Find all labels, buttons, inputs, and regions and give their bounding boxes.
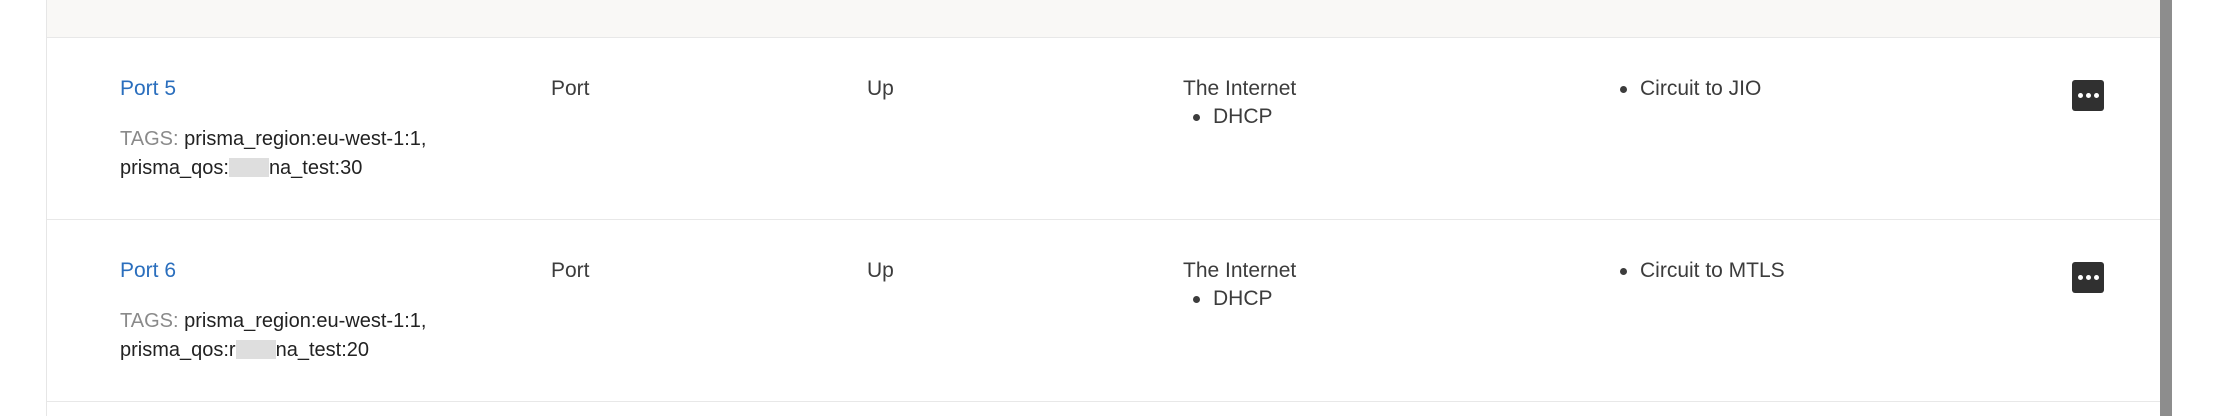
port-tags: TAGS: prisma_region:eu-west-1:1, prisma_… xyxy=(120,307,540,365)
tag-region: prisma_region:eu-west-1:1, xyxy=(184,310,427,332)
network-address-list: DHCP xyxy=(1183,285,1296,313)
table-row: Port 5 TAGS: prisma_region:eu-west-1:1, … xyxy=(47,38,2160,220)
ellipsis-icon xyxy=(2077,93,2099,98)
tags-label: TAGS: xyxy=(120,310,179,332)
port-tags: TAGS: prisma_region:eu-west-1:1, prisma_… xyxy=(120,125,540,183)
left-gutter xyxy=(0,0,47,416)
ports-table: Port 5 TAGS: prisma_region:eu-west-1:1, … xyxy=(47,0,2160,416)
right-gutter xyxy=(2175,0,2232,416)
network-address-item: DHCP xyxy=(1183,285,1296,313)
port-name-cell: Port 5 TAGS: prisma_region:eu-west-1:1, … xyxy=(120,75,540,183)
tag-region: prisma_region:eu-west-1:1, xyxy=(184,128,427,150)
tag-qos-suffix: na_test:20 xyxy=(275,339,370,361)
table-row-partial xyxy=(47,402,2160,416)
circuit-cell: Circuit to MTLS xyxy=(1610,257,1785,285)
network-address-list: DHCP xyxy=(1183,103,1296,131)
tag-qos-prefix: prisma_qos:r xyxy=(120,339,236,361)
port-status-cell: Up xyxy=(867,259,894,282)
port-5-link[interactable]: Port 5 xyxy=(120,75,540,103)
port-status-cell: Up xyxy=(867,77,894,100)
network-name: The Internet xyxy=(1183,259,1297,282)
network-name: The Internet xyxy=(1183,77,1297,100)
row-actions-button[interactable] xyxy=(2072,262,2104,293)
circuit-list: Circuit to JIO xyxy=(1610,75,1761,103)
redacted-text xyxy=(228,158,269,177)
network-cell: The Internet DHCP xyxy=(1183,257,1296,313)
port-type-cell: Port xyxy=(551,77,590,100)
port-6-link[interactable]: Port 6 xyxy=(120,257,540,285)
tag-qos-suffix: na_test:30 xyxy=(268,157,363,179)
tag-qos-prefix: prisma_qos: xyxy=(120,157,229,179)
circuit-item: Circuit to MTLS xyxy=(1610,257,1785,285)
redacted-text xyxy=(235,340,276,359)
circuit-list: Circuit to MTLS xyxy=(1610,257,1785,285)
ellipsis-icon xyxy=(2077,275,2099,280)
circuit-item: Circuit to JIO xyxy=(1610,75,1761,103)
tags-label: TAGS: xyxy=(120,128,179,150)
vertical-scrollbar[interactable] xyxy=(2160,0,2172,416)
circuit-cell: Circuit to JIO xyxy=(1610,75,1761,103)
network-cell: The Internet DHCP xyxy=(1183,75,1296,131)
table-header-strip xyxy=(47,0,2160,38)
port-type-cell: Port xyxy=(551,259,590,282)
port-name-cell: Port 6 TAGS: prisma_region:eu-west-1:1, … xyxy=(120,257,540,365)
row-actions-button[interactable] xyxy=(2072,80,2104,111)
network-address-item: DHCP xyxy=(1183,103,1296,131)
table-row: Port 6 TAGS: prisma_region:eu-west-1:1, … xyxy=(47,220,2160,402)
